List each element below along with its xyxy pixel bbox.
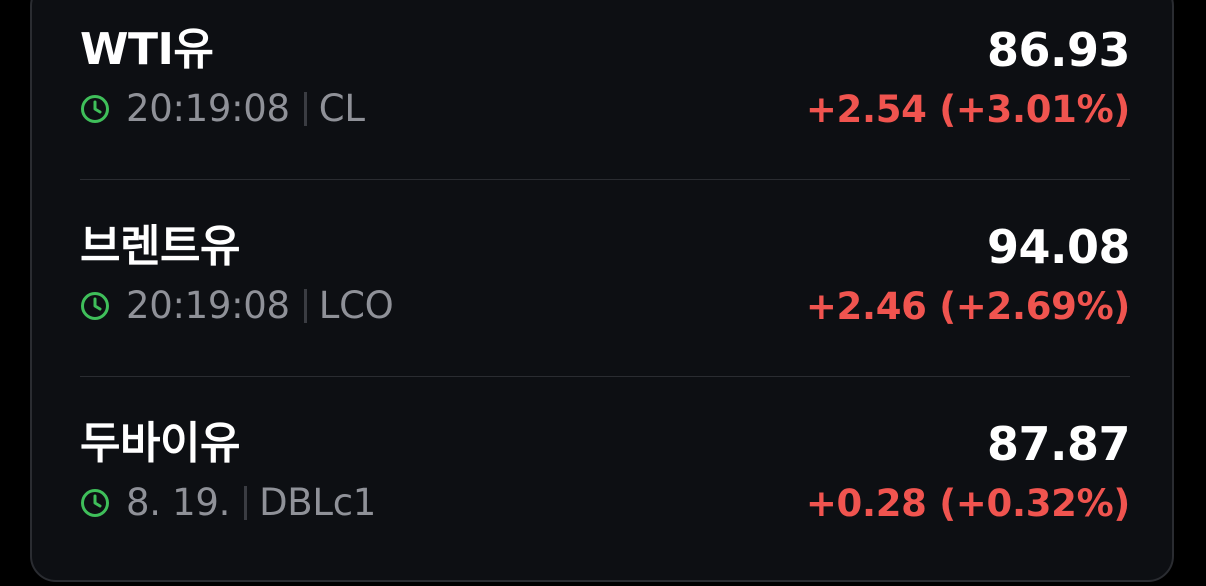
item-code: LCO	[318, 284, 394, 327]
item-price: 94.08	[986, 220, 1131, 274]
separator	[244, 486, 248, 520]
item-name: WTI유	[80, 24, 214, 75]
item-meta: 20:19:08 LCO	[80, 283, 394, 329]
item-change: +2.46 (+2.69%)	[805, 285, 1130, 328]
row-divider	[80, 179, 1130, 180]
item-meta: 8. 19. DBLc1	[80, 480, 376, 526]
clock-icon	[81, 489, 109, 517]
item-time: 8. 19.	[126, 481, 231, 524]
separator	[303, 92, 307, 126]
item-price: 87.87	[986, 417, 1131, 471]
item-price: 86.93	[986, 23, 1131, 77]
clock-icon	[81, 292, 109, 320]
item-code: CL	[318, 87, 365, 130]
item-change: +0.28 (+0.32%)	[805, 482, 1130, 525]
list-item[interactable]: 브렌트유 20:19:08 LCO 94.08 +2.46 (+2.69%)	[80, 219, 1131, 416]
item-name: 두바이유	[80, 418, 240, 469]
list-item[interactable]: 두바이유 8. 19. DBLc1 87.87 +0.28 (+0.32%)	[80, 416, 1131, 580]
item-name: 브렌트유	[80, 221, 240, 272]
list-item[interactable]: WTI유 20:19:08 CL 86.93 +2.54 (+3.01%)	[80, 22, 1131, 219]
separator	[303, 289, 307, 323]
row-divider	[80, 376, 1130, 377]
item-code: DBLc1	[259, 481, 376, 524]
oil-price-card: WTI유 20:19:08 CL 86.93 +2.54 (+3.01%) 브렌…	[30, 0, 1174, 582]
item-meta: 20:19:08 CL	[80, 86, 365, 132]
item-time: 20:19:08	[126, 284, 290, 327]
clock-icon	[81, 95, 109, 123]
item-change: +2.54 (+3.01%)	[805, 88, 1130, 131]
item-time: 20:19:08	[126, 87, 290, 130]
